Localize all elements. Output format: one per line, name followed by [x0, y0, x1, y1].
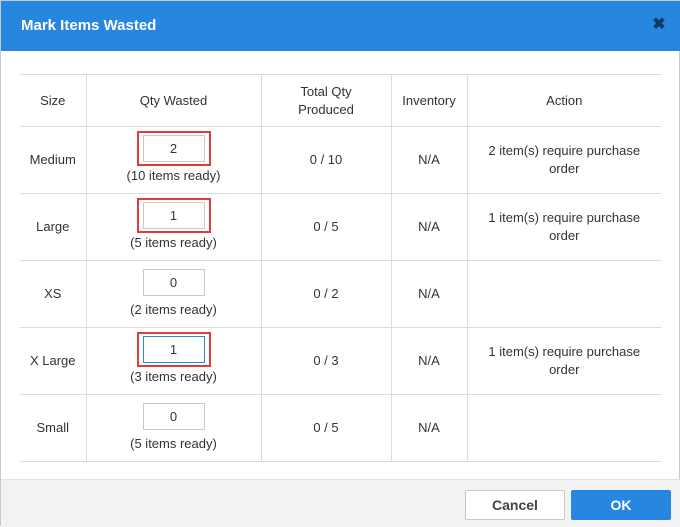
- column-header-qty-wasted: Qty Wasted: [85, 74, 262, 127]
- qty-input-wrapper: [142, 403, 205, 430]
- table-row: X Large (3 items ready) 0 / 3N/A 1 item(s) …: [20, 327, 661, 395]
- total-qty-cell: 0 / 3: [260, 327, 392, 395]
- action-cell: [466, 394, 661, 462]
- inventory-cell: N/A: [390, 193, 468, 261]
- size-cell: XS: [20, 260, 87, 328]
- items-table: Size Qty Wasted Total Qty Produced Inven…: [20, 74, 661, 462]
- ok-button[interactable]: OK: [571, 490, 671, 520]
- table-body: Medium(10 items ready)0 / 10N/A2 item(s)…: [20, 126, 661, 462]
- action-cell: 1 item(s) require purchase order: [466, 193, 661, 261]
- table-row: Small (5 items ready) 0 / 5N/A: [20, 394, 661, 462]
- qty-wasted-input[interactable]: [142, 336, 205, 363]
- size-cell: Medium: [20, 126, 87, 194]
- size-cell: X Large: [20, 327, 87, 395]
- cancel-button[interactable]: Cancel: [465, 490, 565, 520]
- action-text: 1 item(s) require purchase order: [488, 210, 641, 243]
- action-text: 2 item(s) require purchase order: [488, 143, 641, 176]
- size-cell: Small: [20, 394, 87, 462]
- items-ready-label: (5 items ready): [130, 436, 217, 451]
- close-icon[interactable]: ✖: [649, 15, 669, 35]
- total-qty-cell: 0 / 5: [260, 193, 392, 261]
- qty-wasted-input[interactable]: [142, 202, 205, 229]
- qty-wasted-input[interactable]: [142, 135, 205, 162]
- action-cell: [466, 260, 661, 328]
- items-ready-label: (5 items ready): [130, 235, 217, 250]
- items-ready-label: (3 items ready): [130, 369, 217, 384]
- action-cell: 2 item(s) require purchase order: [466, 126, 661, 194]
- items-ready-label: (2 items ready): [130, 302, 217, 317]
- column-header-total-qty: Total Qty Produced: [260, 74, 392, 127]
- table-row: XS (2 items ready) 0 / 2N/A: [20, 260, 661, 328]
- qty-wasted-cell: (5 items ready): [85, 193, 262, 261]
- mark-items-wasted-dialog: Mark Items Wasted ✖ Size Qty Wasted Tota…: [0, 0, 680, 527]
- column-header-size: Size: [20, 74, 87, 127]
- inventory-cell: N/A: [390, 394, 468, 462]
- items-ready-label: (10 items ready): [126, 168, 221, 183]
- qty-wasted-cell: (3 items ready): [85, 327, 262, 395]
- size-cell: Large: [20, 193, 87, 261]
- dialog-footer: Cancel OK: [1, 479, 680, 527]
- column-header-inventory: Inventory: [390, 74, 468, 127]
- inventory-cell: N/A: [390, 260, 468, 328]
- qty-input-wrapper: [136, 131, 211, 166]
- qty-input-wrapper: [136, 198, 211, 233]
- total-qty-cell: 0 / 10: [260, 126, 392, 194]
- qty-wasted-cell: (2 items ready): [85, 260, 262, 328]
- qty-wasted-cell: (5 items ready): [85, 394, 262, 462]
- qty-wasted-input[interactable]: [142, 269, 205, 296]
- qty-wasted-input[interactable]: [142, 403, 205, 430]
- table-header-row: Size Qty Wasted Total Qty Produced Inven…: [20, 74, 661, 127]
- action-cell: 1 item(s) require purchase order: [466, 327, 661, 395]
- table-row: Large (5 items ready) 0 / 5N/A 1 item(s) re…: [20, 193, 661, 261]
- total-qty-cell: 0 / 5: [260, 394, 392, 462]
- qty-input-wrapper: [142, 269, 205, 296]
- dialog-header: Mark Items Wasted ✖: [1, 1, 680, 51]
- action-text: 1 item(s) require purchase order: [488, 344, 641, 377]
- total-qty-cell: 0 / 2: [260, 260, 392, 328]
- qty-input-wrapper: [136, 332, 211, 367]
- inventory-cell: N/A: [390, 126, 468, 194]
- table-row: Medium (10 items ready) 0 / 10N/A 2 item(s)…: [20, 126, 661, 194]
- inventory-cell: N/A: [390, 327, 468, 395]
- qty-wasted-cell: (10 items ready): [85, 126, 262, 194]
- dialog-title: Mark Items Wasted: [21, 17, 157, 34]
- column-header-action: Action: [466, 74, 661, 127]
